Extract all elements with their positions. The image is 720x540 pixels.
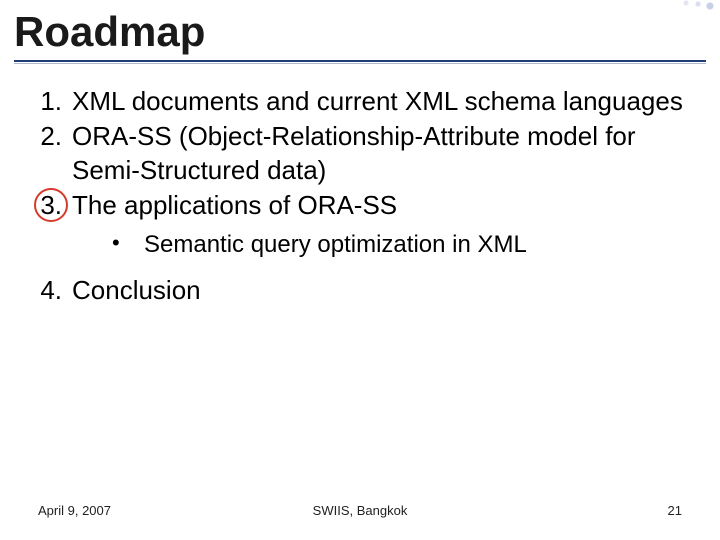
list-item: 4. Conclusion [20,274,700,307]
footer-venue: SWIIS, Bangkok [313,503,408,518]
footer-date: April 9, 2007 [38,503,111,518]
slide-content: 1. XML documents and current XML schema … [0,61,720,307]
item-text: ORA-SS (Object-Relationship-Attribute mo… [72,120,700,187]
corner-decoration [664,0,720,16]
item-number: 2. [20,120,72,153]
footer-page-number: 21 [668,503,682,518]
footer: April 9, 2007 SWIIS, Bangkok 21 [0,503,720,518]
list-item: 2. ORA-SS (Object-Relationship-Attribute… [20,120,700,187]
title-bar: Roadmap [0,0,720,61]
item-number-circled: 3. [20,189,72,222]
item-text: Conclusion [72,274,700,307]
list-item: 3. The applications of ORA-SS [20,189,700,222]
item-number: 4. [20,274,72,307]
outline-list: 1. XML documents and current XML schema … [20,85,700,307]
sub-item-text: Semantic query optimization in XML [144,230,700,260]
item-text: The applications of ORA-SS [72,189,700,222]
slide-title: Roadmap [14,8,706,56]
title-underline [14,60,706,61]
list-item: 1. XML documents and current XML schema … [20,85,700,118]
item-text: XML documents and current XML schema lan… [72,85,700,118]
bullet-icon: • [112,230,144,256]
item-number: 1. [20,85,72,118]
sub-item: • Semantic query optimization in XML [20,230,700,260]
